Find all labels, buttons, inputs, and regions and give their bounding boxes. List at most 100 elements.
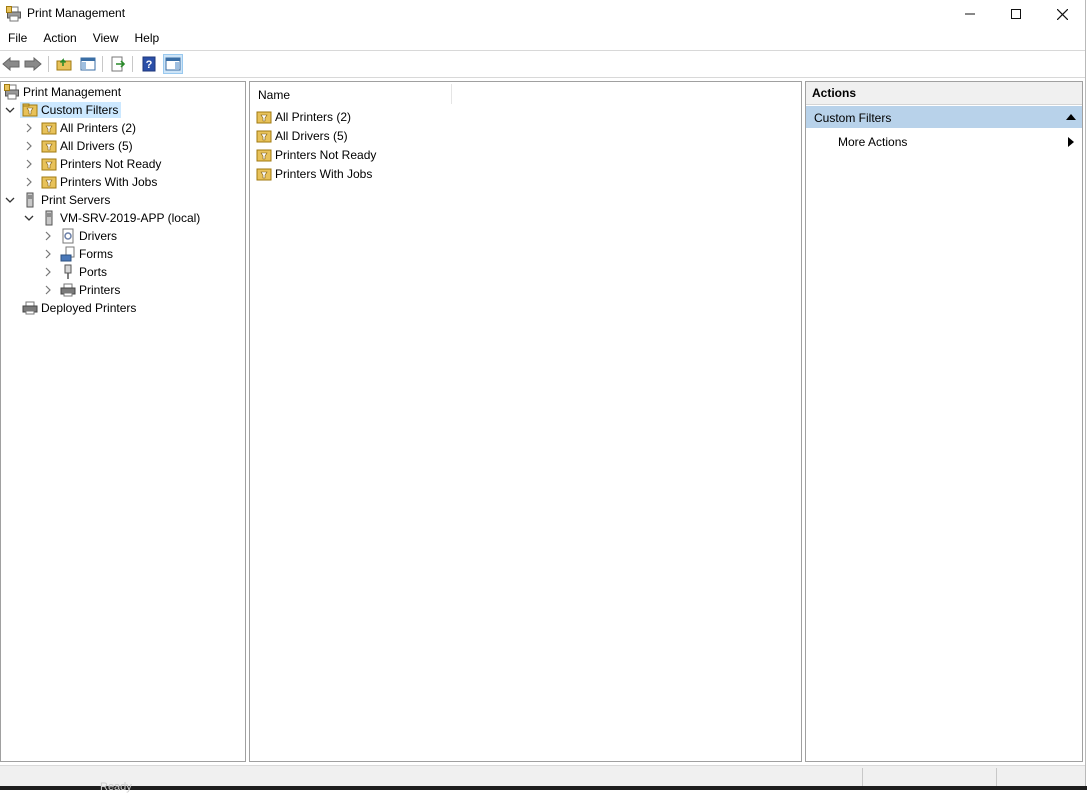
status-divider <box>996 768 997 786</box>
server-icon <box>45 210 53 226</box>
tree-item-deployed-printers[interactable]: Deployed Printers <box>22 299 136 317</box>
menu-file[interactable]: File <box>0 29 35 49</box>
back-arrow-icon <box>2 57 20 71</box>
minimize-button[interactable] <box>947 0 993 28</box>
background-status-text: Ready <box>100 781 132 793</box>
actions-header: Actions <box>806 82 1082 105</box>
printer-icon <box>60 283 76 297</box>
chevron-down-icon[interactable] <box>23 212 35 224</box>
collapse-arrow-icon[interactable] <box>1066 114 1076 120</box>
tree-item-print-management[interactable]: Print Management <box>4 83 121 101</box>
chevron-right-icon[interactable] <box>42 230 54 242</box>
list-item[interactable]: All Printers (2) <box>256 107 351 126</box>
submenu-arrow-icon[interactable] <box>1068 137 1074 147</box>
chevron-right-icon[interactable] <box>42 248 54 260</box>
port-icon <box>64 264 72 279</box>
tree-label: Printers <box>79 283 121 297</box>
title-bar[interactable]: Print Management <box>0 0 1085 28</box>
tree-item-all-drivers[interactable]: All Drivers (5) <box>23 137 133 155</box>
menu-divider <box>0 50 1085 51</box>
list-item[interactable]: Printers Not Ready <box>256 145 376 164</box>
list-item-label: Printers Not Ready <box>275 147 377 162</box>
tree-item-ports[interactable]: Ports <box>42 263 107 281</box>
tree-item-custom-filters[interactable]: Custom Filters <box>4 101 122 119</box>
actions-section-label: Custom Filters <box>814 111 892 125</box>
up-one-level-button[interactable] <box>54 54 74 74</box>
actions-title: Actions <box>812 86 857 100</box>
tree-label: Print Servers <box>41 193 111 207</box>
filter-folder-icon <box>41 158 57 171</box>
chevron-right-icon[interactable] <box>23 122 35 134</box>
chevron-right-icon[interactable] <box>23 140 35 152</box>
list-item[interactable]: All Drivers (5) <box>256 126 348 145</box>
background-window-strip <box>0 786 1087 790</box>
close-icon <box>1056 8 1068 20</box>
show-hide-action-pane-icon <box>165 57 181 71</box>
menu-bar: File Action View Help <box>0 29 1085 49</box>
tree-label: VM-SRV-2019-APP (local) <box>60 211 201 225</box>
tree-item-all-printers[interactable]: All Printers (2) <box>23 119 136 137</box>
tree-selection: Custom Filters <box>20 102 122 118</box>
list-item[interactable]: Printers With Jobs <box>256 164 372 183</box>
tree-item-server[interactable]: VM-SRV-2019-APP (local) <box>23 209 200 227</box>
tree-label: Drivers <box>79 229 117 243</box>
filter-folder-icon <box>41 176 57 189</box>
help-icon: ? <box>142 56 156 72</box>
chevron-down-icon[interactable] <box>4 194 16 206</box>
tree-item-drivers[interactable]: Drivers <box>42 227 117 245</box>
server-icon <box>26 192 34 208</box>
menu-view[interactable]: View <box>85 29 127 49</box>
printer-app-icon <box>6 6 21 22</box>
chevron-right-icon[interactable] <box>23 158 35 170</box>
export-list-button[interactable] <box>108 54 128 74</box>
print-management-icon <box>4 84 19 100</box>
tree-label: Deployed Printers <box>41 301 137 315</box>
toolbar-separator <box>102 56 103 72</box>
window-title: Print Management <box>27 6 126 20</box>
drivers-icon <box>62 228 74 244</box>
menu-help[interactable]: Help <box>127 29 168 49</box>
help-button[interactable]: ? <box>139 54 159 74</box>
list-header: Name <box>250 82 801 107</box>
show-hide-action-pane-button[interactable] <box>163 54 183 74</box>
tree-label: All Printers (2) <box>60 121 137 135</box>
tree-item-print-servers[interactable]: Print Servers <box>4 191 110 209</box>
filter-folder-icon <box>256 149 272 161</box>
print-management-window: Print Management File Action View Help ?… <box>0 0 1086 788</box>
chevron-down-icon[interactable] <box>4 104 16 116</box>
chevron-right-icon[interactable] <box>42 266 54 278</box>
export-list-icon <box>111 56 126 72</box>
filter-folder-icon <box>256 168 272 180</box>
tree-item-printers-with-jobs[interactable]: Printers With Jobs <box>23 173 157 191</box>
minimize-icon <box>965 13 975 15</box>
maximize-button[interactable] <box>993 0 1039 28</box>
toolbar: ? <box>0 52 1085 76</box>
tree-item-printers[interactable]: Printers <box>42 281 120 299</box>
results-list-pane: Name All Printers (2) All Drivers (5) Pr… <box>249 81 802 762</box>
more-actions-item[interactable]: More Actions <box>838 135 907 149</box>
svg-text:?: ? <box>146 59 153 71</box>
filter-folder-icon <box>256 130 272 142</box>
forward-button[interactable] <box>23 54 43 74</box>
list-item-label: All Printers (2) <box>275 109 352 124</box>
menu-action[interactable]: Action <box>35 29 84 49</box>
show-hide-console-tree-button[interactable] <box>78 54 98 74</box>
actions-section-custom-filters[interactable]: Custom Filters <box>806 106 1082 128</box>
console-tree-pane: Print Management Custom Filters All Prin… <box>0 81 246 762</box>
close-button[interactable] <box>1039 0 1085 28</box>
tree-item-forms[interactable]: Forms <box>42 245 113 263</box>
chevron-right-icon[interactable] <box>42 284 54 296</box>
filter-folder-icon <box>41 122 57 135</box>
column-header-name[interactable]: Name <box>258 88 290 102</box>
tree-label: Printers Not Ready <box>60 157 162 171</box>
tree-item-printers-not-ready[interactable]: Printers Not Ready <box>23 155 161 173</box>
back-button[interactable] <box>1 54 21 74</box>
filter-folder-icon <box>256 111 272 123</box>
chevron-right-icon[interactable] <box>23 176 35 188</box>
maximize-icon <box>1011 9 1021 19</box>
status-bar <box>0 765 1085 788</box>
tree-label: Print Management <box>23 85 122 99</box>
tree-label: Ports <box>79 265 108 279</box>
column-divider[interactable] <box>451 84 452 104</box>
printer-icon <box>22 301 38 315</box>
